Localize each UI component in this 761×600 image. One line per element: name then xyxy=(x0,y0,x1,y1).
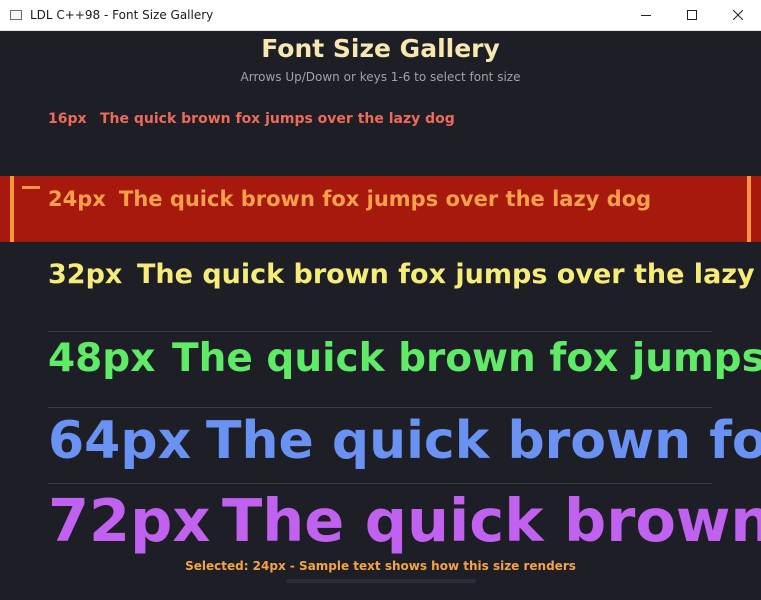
selection-marker xyxy=(22,186,40,189)
close-button[interactable] xyxy=(715,0,761,30)
font-size-label: 24px xyxy=(48,187,106,211)
client-area: Font Size Gallery Arrows Up/Down or keys… xyxy=(0,31,761,600)
title-bar[interactable]: LDL C++98 - Font Size Gallery xyxy=(0,0,761,31)
font-row-64[interactable]: 64px The quick brown fox jumps over the … xyxy=(0,411,761,481)
status-text: Selected: 24px - Sample text shows how t… xyxy=(185,559,576,573)
font-sample-text: The quick brown fox jumps over the lazy … xyxy=(206,411,761,471)
minimize-button[interactable] xyxy=(623,0,669,30)
font-row-16[interactable]: 16px The quick brown fox jumps over the … xyxy=(0,111,761,133)
selection-bar-left xyxy=(10,176,14,242)
font-size-label: 32px xyxy=(48,259,123,290)
font-row-32[interactable]: 32px The quick brown fox jumps over the … xyxy=(0,259,761,299)
app-window: LDL C++98 - Font Size Gallery Font Size … xyxy=(0,0,761,600)
page-title: Font Size Gallery xyxy=(261,34,500,63)
font-sample-text: The quick brown fox jumps over the lazy … xyxy=(100,111,455,127)
font-size-label: 72px xyxy=(48,486,211,555)
font-sample-text: The quick brown fox jumps over the lazy … xyxy=(172,336,761,381)
font-sample-text: The quick brown fox jumps over the lazy … xyxy=(119,187,652,211)
font-size-label: 16px xyxy=(48,111,87,127)
font-size-label: 48px xyxy=(48,336,156,381)
font-sample-text: The quick brown fox jumps over the lazy … xyxy=(137,259,761,290)
row-divider xyxy=(48,331,712,332)
app-window-icon xyxy=(10,10,22,20)
row-divider xyxy=(48,483,712,484)
font-row-72[interactable]: 72px The quick brown fox jumps over the … xyxy=(0,486,761,568)
minimize-icon xyxy=(641,15,651,16)
scrollbar[interactable] xyxy=(286,579,476,583)
window-controls xyxy=(623,0,761,30)
font-row-48[interactable]: 48px The quick brown fox jumps over the … xyxy=(0,336,761,391)
maximize-icon xyxy=(687,10,697,20)
row-divider xyxy=(48,407,712,408)
font-sample-text: The quick brown fox jumps over the lazy … xyxy=(222,486,761,555)
window-title: LDL C++98 - Font Size Gallery xyxy=(30,8,214,22)
close-icon xyxy=(733,10,743,20)
selection-bar-right xyxy=(747,176,751,242)
font-size-label: 64px xyxy=(48,411,192,471)
maximize-button[interactable] xyxy=(669,0,715,30)
page-subtitle: Arrows Up/Down or keys 1-6 to select fon… xyxy=(240,70,521,84)
font-row-24-selected[interactable]: 24px The quick brown fox jumps over the … xyxy=(0,176,761,242)
